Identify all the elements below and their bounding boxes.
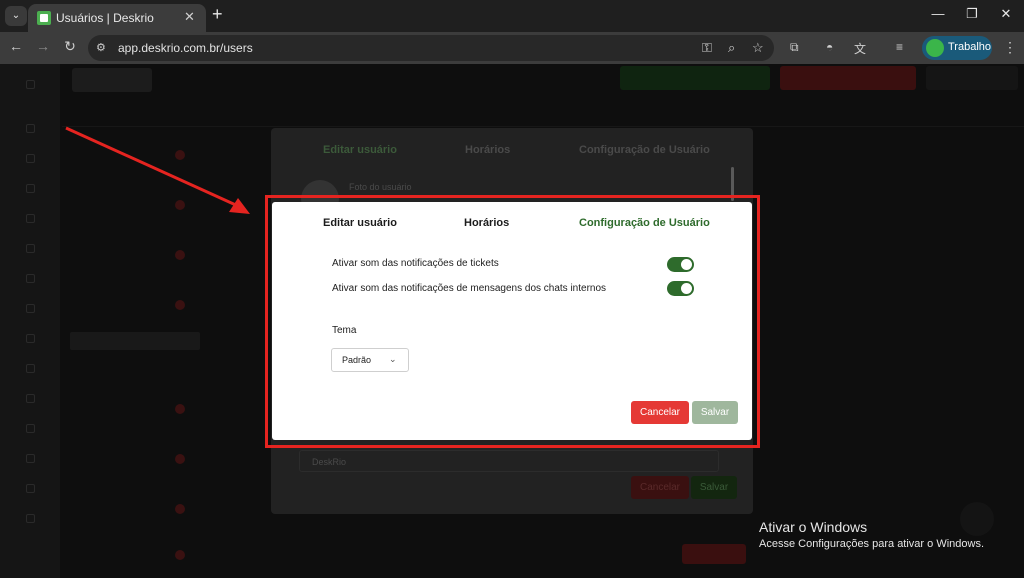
windows-watermark-subtitle: Acesse Configurações para ativar o Windo… [759, 538, 984, 550]
annotation-arrow-icon [65, 126, 250, 214]
windows-watermark-title: Ativar o Windows [759, 519, 868, 535]
